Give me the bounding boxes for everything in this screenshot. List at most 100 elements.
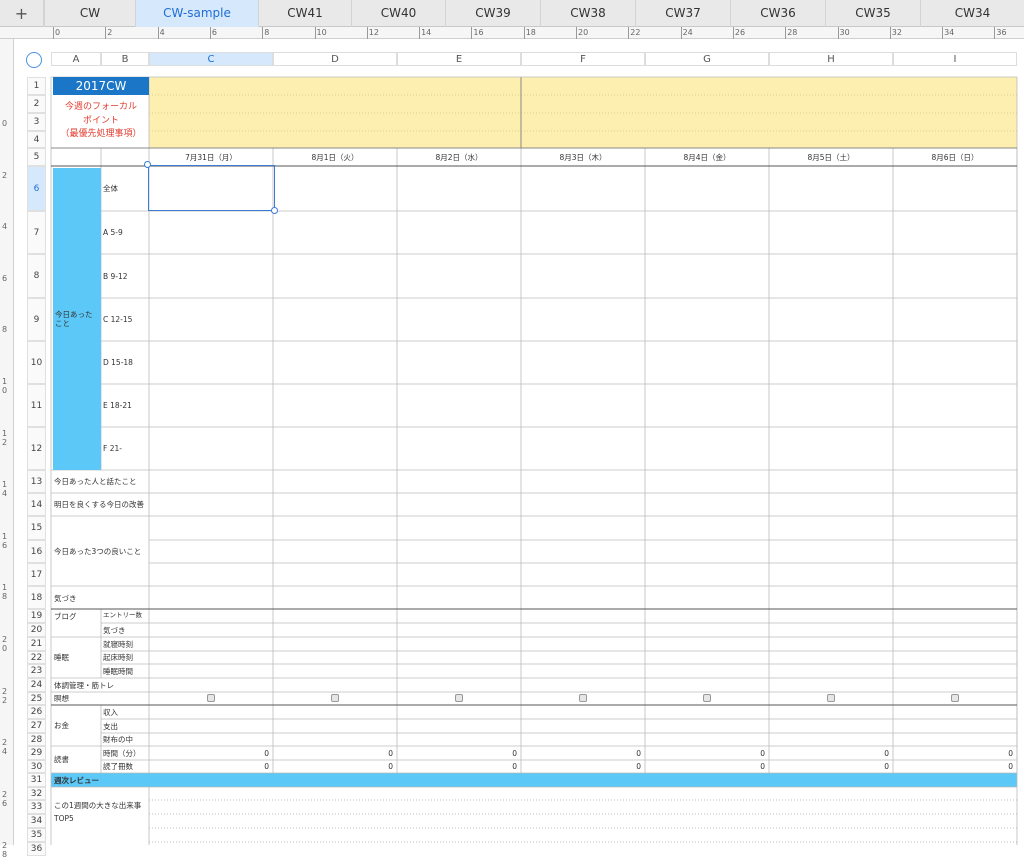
- row-header-19[interactable]: 19: [27, 609, 46, 623]
- books-read-value: 0: [884, 762, 889, 771]
- date-header: 8月1日（火）: [311, 152, 359, 162]
- label-money: お金: [54, 721, 69, 730]
- reading-time-value: 0: [388, 748, 393, 758]
- row-header-25[interactable]: 25: [27, 692, 46, 705]
- year-title: 2017CW: [53, 77, 149, 95]
- selection-handle-bottom[interactable]: [271, 207, 278, 214]
- time-slot-label: B 9-12: [103, 271, 128, 281]
- label-meditation: 瞑想: [54, 694, 69, 703]
- label-bedtime: 就寝時刻: [103, 639, 133, 649]
- row-header-24[interactable]: 24: [27, 678, 46, 692]
- label-blog-notes: 気づき: [103, 625, 126, 635]
- meditation-checkbox[interactable]: [703, 694, 711, 702]
- row-header-6[interactable]: 6: [27, 166, 46, 211]
- time-slot-label: A 5-9: [103, 228, 123, 237]
- row-header-30[interactable]: 30: [27, 760, 46, 773]
- row-header-12[interactable]: 12: [27, 427, 46, 470]
- date-header: 8月2日（水）: [435, 152, 483, 162]
- meditation-checkbox[interactable]: [951, 694, 959, 702]
- row-header-35[interactable]: 35: [27, 828, 46, 842]
- label-expense: 支出: [103, 721, 118, 731]
- focal-point-label: 今週のフォーカル ポイント （最優先処理事項）: [60, 101, 142, 140]
- label-blog: ブログ: [54, 611, 77, 621]
- row-header-3[interactable]: 3: [27, 113, 46, 131]
- row-header-1[interactable]: 1: [27, 77, 46, 95]
- row-header-27[interactable]: 27: [27, 719, 46, 733]
- row-header-23[interactable]: 23: [27, 664, 46, 678]
- label-blog-entries: エントリー数: [103, 611, 142, 620]
- row-header-16[interactable]: 16: [27, 540, 46, 563]
- row-header-28[interactable]: 28: [27, 733, 46, 746]
- books-read-value: 0: [388, 762, 393, 771]
- row-header-34[interactable]: 34: [27, 814, 46, 828]
- row-header-29[interactable]: 29: [27, 746, 46, 760]
- time-slot-label: F 21-: [103, 444, 122, 453]
- row-header-33[interactable]: 33: [27, 800, 46, 814]
- reading-time-value: 0: [512, 748, 517, 758]
- time-slot-label: 全体: [103, 184, 118, 193]
- row-header-11[interactable]: 11: [27, 384, 46, 427]
- meditation-checkbox[interactable]: [207, 694, 215, 702]
- label-three-good-things: 今日あった3つの良いこと: [54, 546, 142, 556]
- label-sleep-hours: 睡眠時間: [103, 666, 133, 676]
- books-read-value: 0: [636, 762, 641, 771]
- row-header-26[interactable]: 26: [27, 705, 46, 719]
- row-header-10[interactable]: 10: [27, 341, 46, 384]
- time-slot-label: D 15-18: [103, 358, 133, 367]
- row-header-13[interactable]: 13: [27, 470, 46, 493]
- row-header-21[interactable]: 21: [27, 637, 46, 651]
- date-header: 8月5日（土）: [807, 152, 855, 162]
- label-insights: 気づき: [54, 594, 77, 603]
- row-header-4[interactable]: 4: [27, 131, 46, 148]
- reading-time-value: 0: [884, 748, 889, 758]
- row-header-17[interactable]: 17: [27, 563, 46, 586]
- sheet-grid: [50, 76, 1018, 845]
- time-slot-label: C 12-15: [103, 315, 133, 324]
- row-header-15[interactable]: 15: [27, 516, 46, 540]
- meditation-checkbox[interactable]: [579, 694, 587, 702]
- row-header-20[interactable]: 20: [27, 623, 46, 637]
- row-header-14[interactable]: 14: [27, 493, 46, 516]
- date-header: 8月3日（木）: [559, 152, 607, 162]
- row-header-7[interactable]: 7: [27, 211, 46, 254]
- label-wake-time: 起床時刻: [103, 653, 133, 662]
- time-slot-label: E 18-21: [103, 401, 132, 410]
- label-people-talked: 今日あった人と話たこと: [54, 477, 137, 486]
- label-sleep: 睡眠: [54, 653, 69, 662]
- row-header-8[interactable]: 8: [27, 254, 46, 298]
- books-read-value: 0: [512, 762, 517, 771]
- date-header: 7月31日（月）: [185, 152, 237, 162]
- books-read-value: 0: [760, 762, 765, 771]
- reading-time-value: 0: [760, 748, 765, 758]
- row-header-32[interactable]: 32: [27, 787, 46, 800]
- label-improvement: 明日を良くする今日の改善: [54, 500, 144, 509]
- selection-handle-top[interactable]: [144, 161, 151, 168]
- label-books-read: 読了冊数: [103, 762, 133, 771]
- reading-time-value: 0: [264, 748, 269, 758]
- row-header-9[interactable]: 9: [27, 298, 46, 341]
- meditation-checkbox[interactable]: [455, 694, 463, 702]
- today-section-label: 今日あった こと: [53, 168, 101, 470]
- row-header-22[interactable]: 22: [27, 651, 46, 664]
- row-header-18[interactable]: 18: [27, 586, 46, 609]
- label-income: 収入: [103, 707, 118, 717]
- weekly-review-band: [51, 773, 1017, 787]
- row-header-5[interactable]: 5: [27, 148, 46, 166]
- reading-time-value: 0: [636, 748, 641, 758]
- reading-time-value: 0: [1008, 748, 1013, 758]
- books-read-value: 0: [264, 762, 269, 771]
- meditation-checkbox[interactable]: [827, 694, 835, 702]
- date-header: 8月4日（金）: [683, 152, 731, 162]
- label-reading: 読書: [54, 755, 69, 764]
- row-header-31[interactable]: 31: [27, 773, 46, 787]
- label-health: 体調管理・筋トレ: [54, 680, 114, 690]
- label-reading-time: 時間（分）: [103, 748, 141, 758]
- meditation-checkbox[interactable]: [331, 694, 339, 702]
- selected-cell-c6[interactable]: [148, 165, 275, 211]
- row-header-36[interactable]: 36: [27, 842, 46, 856]
- books-read-value: 0: [1008, 762, 1013, 771]
- date-header: 8月6日（日）: [931, 152, 979, 162]
- label-top5: この1週間の大きな出来事 TOP5: [54, 801, 142, 823]
- focal-area: [149, 77, 1017, 148]
- row-header-2[interactable]: 2: [27, 95, 46, 113]
